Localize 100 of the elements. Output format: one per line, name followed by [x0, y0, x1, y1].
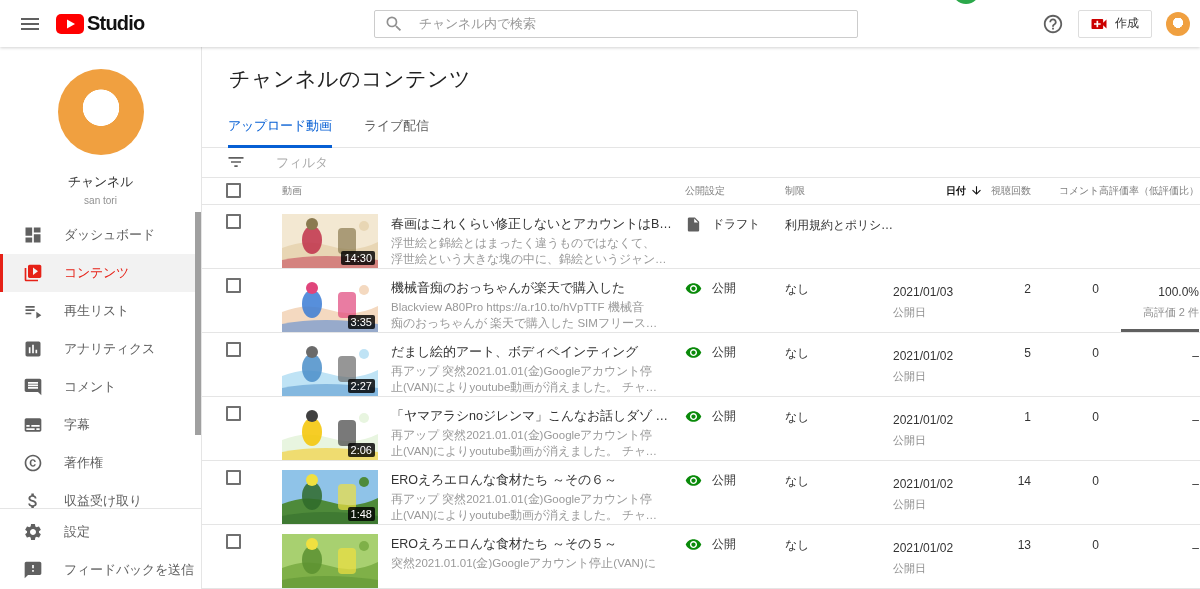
- duration-label: 1:48: [347, 507, 375, 521]
- video-description: 再アップ 突然2021.01.01(金)Googleアカウント停: [391, 428, 654, 443]
- date-label: 公開日: [893, 561, 927, 576]
- play-logo-icon: [56, 13, 84, 34]
- rating-detail: 高評価 2 件: [1142, 305, 1199, 320]
- video-description: 止(VAN)によりyoutube動画が消えました。 チャ…: [391, 508, 659, 523]
- video-title[interactable]: EROえろエロんな食材たち ～その５～: [391, 536, 685, 552]
- row-checkbox[interactable]: [226, 214, 241, 229]
- restriction-cell-text: なし: [785, 409, 810, 425]
- visibility-label[interactable]: 公開: [712, 408, 736, 425]
- video-title[interactable]: 機械音痴のおっちゃんが楽天で購入した: [391, 280, 685, 296]
- visibility-label[interactable]: ドラフト: [712, 216, 760, 233]
- row-checkbox[interactable]: [226, 278, 241, 293]
- video-title[interactable]: だまし絵的アート、ボディペインティング: [391, 344, 685, 360]
- row-checkbox[interactable]: [226, 534, 241, 549]
- rating-cell-text: –: [1192, 412, 1199, 428]
- views-cell-text: 13: [1016, 537, 1031, 553]
- column-header[interactable]: 高評価率（低評価比）: [1099, 183, 1199, 198]
- dashboard-icon: [23, 225, 43, 245]
- comment-icon: [23, 377, 43, 397]
- bar-chart-icon: [23, 339, 43, 359]
- video-description: 再アップ 突然2021.01.01(金)Googleアカウント停: [391, 364, 654, 379]
- sidebar-item[interactable]: 再生リスト: [0, 292, 195, 330]
- scrollbar-thumb[interactable]: [195, 212, 201, 435]
- row-checkbox[interactable]: [226, 342, 241, 357]
- date-label: 公開日: [893, 305, 927, 320]
- comments-cell-text: 0: [1091, 409, 1099, 425]
- duration-label: 2:27: [347, 379, 375, 393]
- column-header[interactable]: 視聴回数: [991, 183, 1031, 198]
- video-description: 浮世絵という大きな塊の中に、錦絵というジャン…: [391, 252, 668, 267]
- logo-text: Studio: [87, 12, 145, 35]
- create-button[interactable]: 作成: [1078, 9, 1152, 38]
- restriction-cell-text: なし: [785, 345, 810, 361]
- visibility-label[interactable]: 公開: [712, 536, 736, 553]
- comments-cell-text: 0: [1091, 345, 1099, 361]
- sidebar-item[interactable]: 字幕: [0, 406, 195, 444]
- comments-cell-text: 0: [1091, 281, 1099, 297]
- settings-icon: [23, 522, 43, 542]
- sidebar-item[interactable]: 著作権: [0, 444, 195, 482]
- copyright-icon: [23, 453, 43, 473]
- video-description: 止(VAN)によりyoutube動画が消えました。 チャ…: [391, 380, 659, 395]
- help-icon[interactable]: [1042, 12, 1064, 35]
- sidebar-item[interactable]: コメント: [0, 368, 195, 406]
- views-cell-text: 5: [1023, 345, 1031, 361]
- date-cell-text: 2021/01/02: [893, 540, 955, 556]
- column-header[interactable]: コメント: [1059, 183, 1099, 198]
- video-title[interactable]: 「ヤマアラシnoジレンマ」こんなお話しダゾ …: [391, 408, 685, 424]
- video-title[interactable]: 春画はこれくらい修正しないとアカウントはB…: [391, 216, 685, 232]
- restriction-cell-text: なし: [785, 473, 810, 489]
- channel-handle: san tori: [84, 195, 117, 206]
- visibility-label[interactable]: 公開: [712, 280, 736, 297]
- page-title: チャンネルのコンテンツ: [228, 66, 472, 92]
- views-cell-text: 1: [1023, 409, 1031, 425]
- duration-label: 3:35: [347, 315, 375, 329]
- search-field[interactable]: チャンネル内で検索: [374, 9, 859, 38]
- sidebar-item[interactable]: 収益受け取り: [0, 482, 195, 508]
- date-label: 公開日: [893, 369, 927, 384]
- video-description: 浮世絵と錦絵とはまったく違うものではなくて、: [391, 236, 656, 251]
- tab[interactable]: ライブ配信: [364, 113, 429, 148]
- date-cell-text: 2021/01/02: [893, 476, 955, 492]
- restriction-cell-text: なし: [785, 537, 810, 553]
- subtitles-icon: [23, 415, 43, 435]
- feedback-icon: [23, 560, 43, 580]
- video-description: 再アップ 突然2021.01.01(金)Googleアカウント停: [391, 492, 654, 507]
- date-cell-text: 2021/01/02: [893, 412, 955, 428]
- sidebar-item[interactable]: フィードバックを送信: [0, 551, 195, 589]
- video-title[interactable]: EROえろエロんな食材たち ～その６～: [391, 472, 685, 488]
- rating-cell-text: –: [1192, 348, 1199, 364]
- rating-cell-text: 100.0%: [1158, 284, 1199, 300]
- row-checkbox[interactable]: [226, 470, 241, 485]
- select-all-checkbox[interactable]: [226, 183, 241, 199]
- sidebar-item[interactable]: コンテンツ: [0, 254, 195, 292]
- video-library-icon: [23, 263, 43, 283]
- row-checkbox[interactable]: [226, 406, 241, 421]
- comments-cell-text: 0: [1091, 473, 1099, 489]
- sidebar-item[interactable]: 設定: [0, 513, 195, 551]
- restriction-cell-text: なし: [785, 281, 810, 297]
- video-description: 痴のおっちゃんが 楽天で購入した SIMフリース…: [391, 316, 659, 331]
- sidebar-item[interactable]: アナリティクス: [0, 330, 195, 368]
- channel-name: チャンネル: [68, 173, 133, 191]
- duration-label: 14:30: [341, 251, 375, 265]
- date-label: 公開日: [893, 433, 927, 448]
- column-header[interactable]: 公開設定: [685, 183, 725, 198]
- tab[interactable]: アップロード動画: [228, 113, 332, 148]
- video-description: 突然2021.01.01(金)Googleアカウント停止(VAN)に: [391, 556, 657, 571]
- column-header[interactable]: 動画: [282, 183, 302, 198]
- date-cell-text: 2021/01/02: [893, 348, 955, 364]
- column-header[interactable]: 日付: [946, 183, 966, 198]
- column-header[interactable]: 制限: [785, 183, 805, 198]
- restriction-cell-text: 利用規約とポリシ…: [785, 217, 893, 233]
- video-description: Blackview A80Pro https://a.r10.to/hVpTTF 機械音: [391, 300, 645, 315]
- rating-cell-text: –: [1192, 540, 1199, 556]
- visibility-label[interactable]: 公開: [712, 472, 736, 489]
- views-cell-text: 2: [1023, 281, 1031, 297]
- duration-label: 2:06: [347, 443, 375, 457]
- video-description: 止(VAN)によりyoutube動画が消えました。 チャ…: [391, 444, 659, 459]
- rating-cell-text: –: [1192, 476, 1199, 492]
- sidebar-item[interactable]: ダッシュボード: [0, 216, 195, 254]
- visibility-label[interactable]: 公開: [712, 344, 736, 361]
- date-label: 公開日: [893, 497, 927, 512]
